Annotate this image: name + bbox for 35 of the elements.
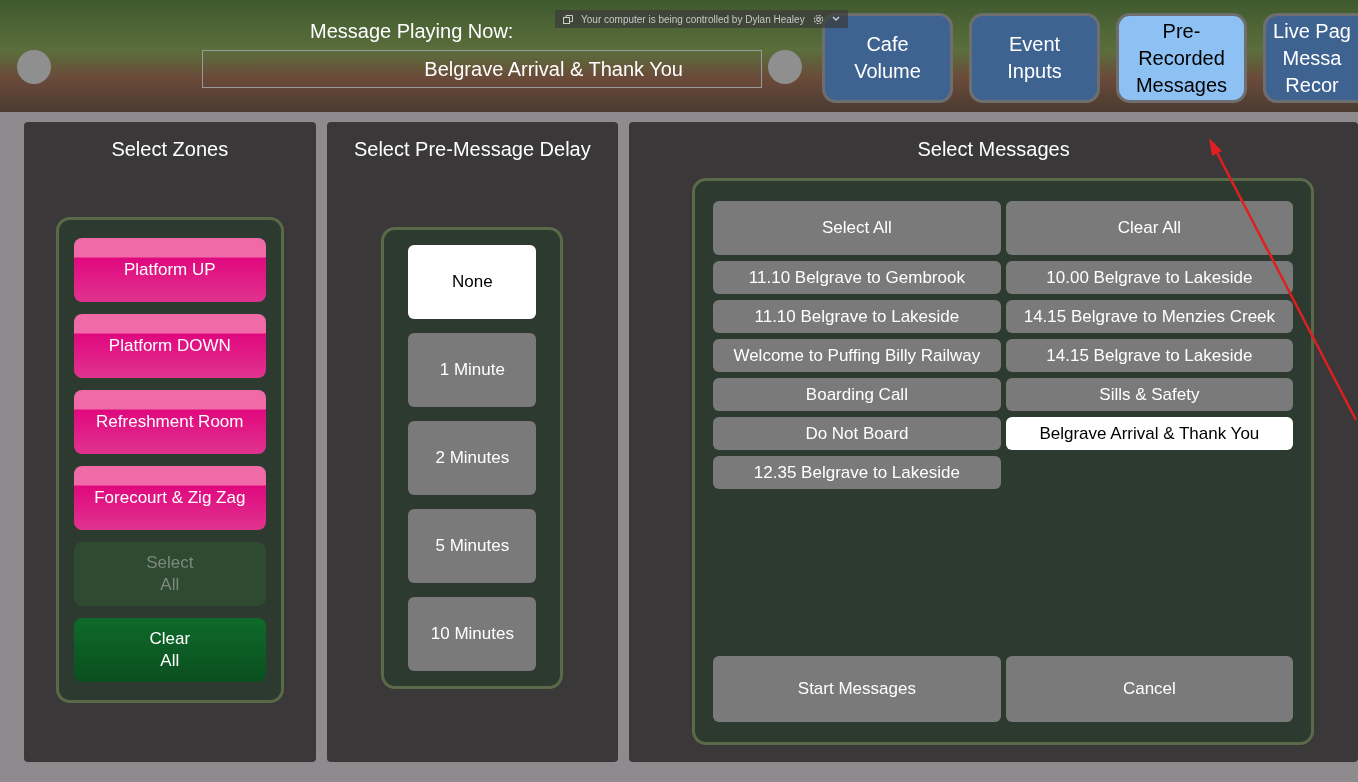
zone-button[interactable]: Clear All [73,618,266,682]
panel-title: Select Zones [111,137,229,162]
message-option[interactable]: Welcome to Puffing Billy Railway [713,339,1001,372]
message-option[interactable]: 14.15 Belgrave to Menzies Creek [1005,300,1294,333]
select-all-button[interactable]: Select All [713,201,1001,255]
delay-option[interactable]: 5 Minutes [408,509,537,583]
clear-all-button[interactable]: Clear All [1005,201,1294,255]
panel-title: Select Messages [917,137,1070,162]
message-option[interactable]: 11.10 Belgrave to Gembrook [713,261,1001,294]
message-option[interactable]: Sills & Safety [1005,378,1294,411]
panel-title: Select Pre-Message Delay [353,137,591,162]
delay-option[interactable]: 1 Minute [408,333,537,407]
delay-option[interactable]: 10 Minutes [408,597,537,671]
zone-button[interactable]: Platform DOWN [73,314,266,378]
zone-button[interactable]: Refreshment Room [73,390,266,454]
message-option[interactable]: Belgrave Arrival & Thank You [1005,417,1294,450]
message-option[interactable]: 11.10 Belgrave to Lakeside [713,300,1001,333]
message-option[interactable]: 12.35 Belgrave to Lakeside [713,456,1001,489]
message-option[interactable]: 10.00 Belgrave to Lakeside [1005,261,1294,294]
nav-tab[interactable]: Cafe Volume [822,13,953,103]
message-option[interactable]: Do Not Board [713,417,1001,450]
delay-option[interactable]: None [408,245,537,319]
now-playing-field: Belgrave Arrival & Thank You [202,50,762,88]
message-option[interactable]: 14.15 Belgrave to Lakeside [1005,339,1294,372]
delay-option[interactable]: 2 Minutes [408,421,537,495]
nav-tab[interactable]: Event Inputs [969,13,1100,103]
start-messages-button[interactable]: Start Messages [713,656,1001,722]
remote-control-text: Your computer is being controlled by Dylan Healey [581,12,805,27]
nav-tab[interactable]: Live Pag Messa Recor [1263,13,1358,103]
zone-button[interactable]: Forecourt & Zig Zag [73,466,266,530]
message-option[interactable]: Boarding Call [713,378,1001,411]
nav-tab[interactable]: Pre- Recorded Messages [1116,13,1247,103]
cancel-button[interactable]: Cancel [1005,656,1294,722]
zone-button[interactable]: Platform UP [73,238,266,302]
header-title: Message Playing Now: [310,19,514,44]
